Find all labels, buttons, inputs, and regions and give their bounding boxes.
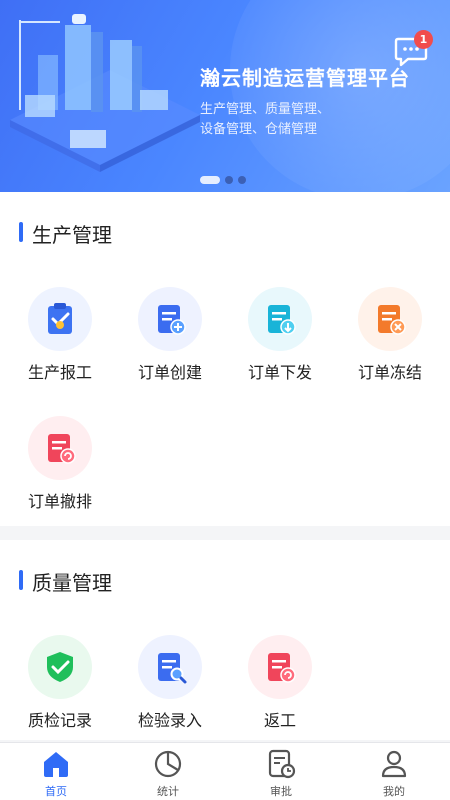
tab-home[interactable]: 首页 [0, 743, 112, 800]
banner-glow [230, 0, 450, 192]
message-badge: 1 [414, 30, 433, 49]
tile-quality-record[interactable]: 质检记录 [5, 635, 115, 731]
tile-order-dispatch[interactable]: 订单下发 [225, 287, 335, 383]
tile-label: 订单撤排 [27, 492, 92, 511]
carousel-dot-1[interactable] [200, 176, 220, 184]
banner-subtitle-line2: 设备管理、仓储管理 [200, 122, 318, 137]
tab-label: 首页 [45, 785, 67, 798]
section-title: 质量管理 [32, 571, 112, 595]
tile-label: 订单下发 [247, 363, 312, 382]
section-accent-bar [19, 570, 23, 590]
banner-carousel[interactable]: 瀚云制造运营管理平台 生产管理、质量管理、 设备管理、仓储管理 [0, 0, 450, 192]
section-header: 质量管理 [0, 540, 450, 610]
bottom-tab-bar: 首页 统计 审批 我的 [0, 742, 450, 800]
banner-title: 瀚云制造运营管理平台 [200, 66, 410, 90]
order-add-icon [138, 287, 202, 351]
clipboard-report-icon [28, 287, 92, 351]
tab-statistics[interactable]: 统计 [112, 743, 224, 800]
approval-icon [268, 749, 296, 779]
carousel-dot-3[interactable] [238, 176, 246, 184]
tab-approval[interactable]: 审批 [225, 743, 337, 800]
tile-order-freeze[interactable]: 订单冻结 [335, 287, 445, 383]
tab-label: 我的 [383, 785, 405, 798]
order-revoke-icon [28, 416, 92, 480]
production-management-section: 生产管理 生产报工 订单创建 订单下发 订单冻结 订单撤排 [0, 192, 450, 526]
tile-label: 返工 [263, 711, 296, 730]
carousel-dot-2[interactable] [225, 176, 233, 184]
tab-label: 统计 [157, 785, 179, 798]
app-page: 瀚云制造运营管理平台 生产管理、质量管理、 设备管理、仓储管理 1 生产管理 生… [0, 0, 450, 800]
tile-label: 生产报工 [27, 363, 92, 382]
banner-subtitle-line1: 生产管理、质量管理、 [200, 102, 331, 117]
tile-order-create[interactable]: 订单创建 [115, 287, 225, 383]
order-dispatch-icon [248, 287, 312, 351]
tile-inspection-entry[interactable]: 检验录入 [115, 635, 225, 731]
shield-check-icon [28, 635, 92, 699]
inspect-search-icon [138, 635, 202, 699]
rework-icon [248, 635, 312, 699]
section-accent-bar [19, 222, 23, 242]
tab-mine[interactable]: 我的 [338, 743, 450, 800]
home-icon [44, 752, 68, 777]
tile-order-revoke[interactable]: 订单撤排 [5, 416, 115, 512]
tile-label: 检验录入 [137, 711, 202, 730]
order-freeze-icon [358, 287, 422, 351]
tab-label: 审批 [270, 785, 292, 798]
section-title: 生产管理 [32, 223, 112, 247]
pie-chart-icon [154, 750, 182, 778]
carousel-indicator[interactable] [200, 176, 246, 184]
quality-management-section: 质量管理 质检记录 检验录入 返工 [0, 540, 450, 740]
tile-label: 质检记录 [27, 711, 92, 730]
tile-label: 订单冻结 [357, 363, 422, 382]
tile-label: 订单创建 [137, 363, 202, 382]
tile-rework[interactable]: 返工 [225, 635, 335, 731]
section-header: 生产管理 [0, 192, 450, 262]
user-icon [381, 750, 407, 778]
smart-factory-illustration [10, 14, 200, 172]
tile-production-report[interactable]: 生产报工 [5, 287, 115, 383]
